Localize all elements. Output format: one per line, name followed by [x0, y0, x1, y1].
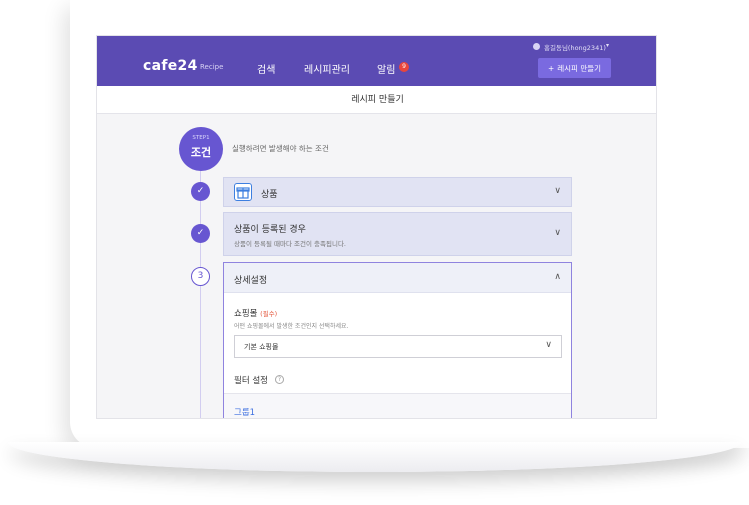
filter-settings-label: 필터 설정 — [234, 376, 268, 386]
app-logo[interactable]: cafe24 — [143, 58, 198, 74]
chevron-down-icon[interactable]: ∨ — [554, 186, 561, 196]
make-recipe-button-label: 레시피 만들기 — [557, 63, 602, 73]
step-label: STEP1 — [192, 135, 210, 141]
user-menu[interactable]: 홍길동님(hong2341) — [544, 42, 606, 52]
app-logo-sub: Recipe — [200, 63, 224, 71]
page-title: 레시피 만들기 — [97, 86, 656, 114]
card-title: 상품 — [261, 190, 278, 200]
help-icon[interactable]: ? — [275, 375, 284, 384]
notification-badge: 9 — [399, 62, 409, 72]
detail-settings-header[interactable]: 상세설정 ∧ — [224, 263, 571, 293]
filter-group: 그룹1 — [224, 393, 571, 418]
required-badge: (필수) — [260, 310, 278, 318]
card-title: 상품이 등록된 경우 — [234, 225, 306, 235]
check-icon: ✓ — [191, 182, 210, 201]
shop-field-label-text: 쇼핑몰 — [234, 309, 258, 319]
step-description: 실행하려면 발생해야 하는 조건 — [232, 144, 329, 153]
step-badge: STEP1 조건 — [179, 127, 223, 171]
shop-field-label: 쇼핑몰 (필수) — [234, 307, 277, 319]
step-number-3: 3 — [191, 267, 210, 286]
card-subtitle: 상품이 등록될 때마다 조건이 충족됩니다. — [234, 240, 346, 248]
nav-search[interactable]: 검색 — [257, 61, 275, 76]
nav-recipe-manage[interactable]: 레시피관리 — [304, 61, 350, 76]
shop-field-help: 어떤 쇼핑몰에서 발생한 조건인지 선택하세요. — [234, 323, 349, 330]
shop-select-value: 기본 쇼핑몰 — [244, 343, 279, 351]
chevron-down-icon[interactable]: ▾ — [606, 42, 609, 49]
shop-select[interactable]: 기본 쇼핑몰 ∨ — [234, 335, 562, 358]
step-title: 조건 — [190, 146, 212, 159]
timeline-line — [200, 171, 201, 418]
chevron-up-icon[interactable]: ∧ — [554, 272, 561, 282]
plus-icon: + — [547, 63, 555, 73]
gift-icon — [234, 183, 252, 201]
group-label[interactable]: 그룹1 — [234, 406, 255, 418]
detail-settings-card: 상세설정 ∧ 쇼핑몰 (필수) 어떤 쇼핑몰에서 발생한 조건인지 선택하세요.… — [223, 262, 572, 418]
user-avatar-icon — [533, 43, 540, 50]
nav-notifications[interactable]: 알림 — [377, 61, 395, 76]
top-navigation-bar: cafe24 Recipe 검색 레시피관리 알림 9 홍길동님(hong234… — [97, 36, 656, 86]
laptop-base — [8, 442, 741, 472]
app-screen: cafe24 Recipe 검색 레시피관리 알림 9 홍길동님(hong234… — [96, 35, 657, 419]
condition-card-product[interactable]: 상품 ∨ — [223, 177, 572, 207]
check-icon: ✓ — [191, 224, 210, 243]
chevron-down-icon[interactable]: ∨ — [554, 228, 561, 238]
card-title: 상세설정 — [234, 276, 268, 286]
make-recipe-button[interactable]: + 레시피 만들기 — [538, 58, 611, 78]
condition-card-registered[interactable]: 상품이 등록된 경우 상품이 등록될 때마다 조건이 충족됩니다. ∨ — [223, 212, 572, 256]
chevron-down-icon: ∨ — [545, 340, 552, 350]
